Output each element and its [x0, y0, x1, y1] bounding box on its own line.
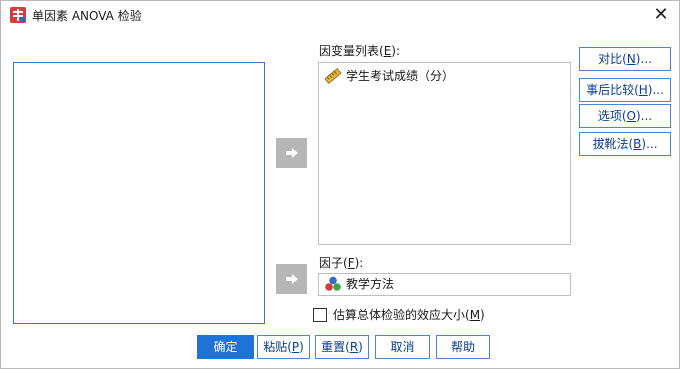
- factor-label: 因子(F):: [319, 256, 364, 270]
- dependent-list[interactable]: 学生考试成绩（分）: [318, 62, 571, 245]
- arrow-right-icon: [285, 274, 298, 284]
- anova-dialog: 单因素 ANOVA 检验 ✕ 因变量列表(E): 学生考试成绩（分） 因子(F)…: [0, 0, 680, 369]
- move-to-factor-button[interactable]: [276, 264, 307, 294]
- list-item[interactable]: 学生考试成绩（分）: [324, 68, 454, 84]
- factor-value: 教学方法: [346, 277, 395, 291]
- effect-size-label: 估算总体检验的效应大小(M): [333, 308, 485, 322]
- reset-button[interactable]: 重置(R): [315, 335, 369, 359]
- post-hoc-button[interactable]: 事后比较(H)...: [579, 78, 671, 102]
- dependent-list-label: 因变量列表(E):: [319, 44, 401, 58]
- title-bar: 单因素 ANOVA 检验 ✕: [1, 1, 679, 31]
- help-button[interactable]: 帮助: [436, 335, 490, 359]
- dependent-item-label: 学生考试成绩（分）: [346, 69, 455, 83]
- spss-app-icon: [10, 7, 26, 23]
- dialog-title: 单因素 ANOVA 检验: [32, 9, 142, 23]
- list-item[interactable]: 教学方法: [324, 276, 394, 292]
- ruler-scale-icon: [324, 68, 342, 84]
- arrow-right-icon: [285, 148, 298, 158]
- factor-field[interactable]: 教学方法: [318, 273, 571, 296]
- contrasts-button[interactable]: 对比(N)...: [579, 47, 671, 71]
- cancel-button[interactable]: 取消: [375, 335, 430, 359]
- ok-button[interactable]: 确定: [197, 335, 254, 359]
- source-variable-list[interactable]: [13, 62, 265, 324]
- close-icon: ✕: [653, 4, 669, 25]
- bootstrap-button[interactable]: 拔靴法(B)...: [579, 132, 671, 156]
- effect-size-option[interactable]: 估算总体检验的效应大小(M): [313, 306, 485, 323]
- nominal-balls-icon: [325, 276, 341, 291]
- paste-button[interactable]: 粘贴(P): [257, 335, 310, 359]
- options-button[interactable]: 选项(O)...: [579, 104, 671, 128]
- close-button[interactable]: ✕: [651, 5, 671, 25]
- effect-size-checkbox[interactable]: [313, 307, 327, 322]
- move-to-dependent-button[interactable]: [276, 138, 307, 168]
